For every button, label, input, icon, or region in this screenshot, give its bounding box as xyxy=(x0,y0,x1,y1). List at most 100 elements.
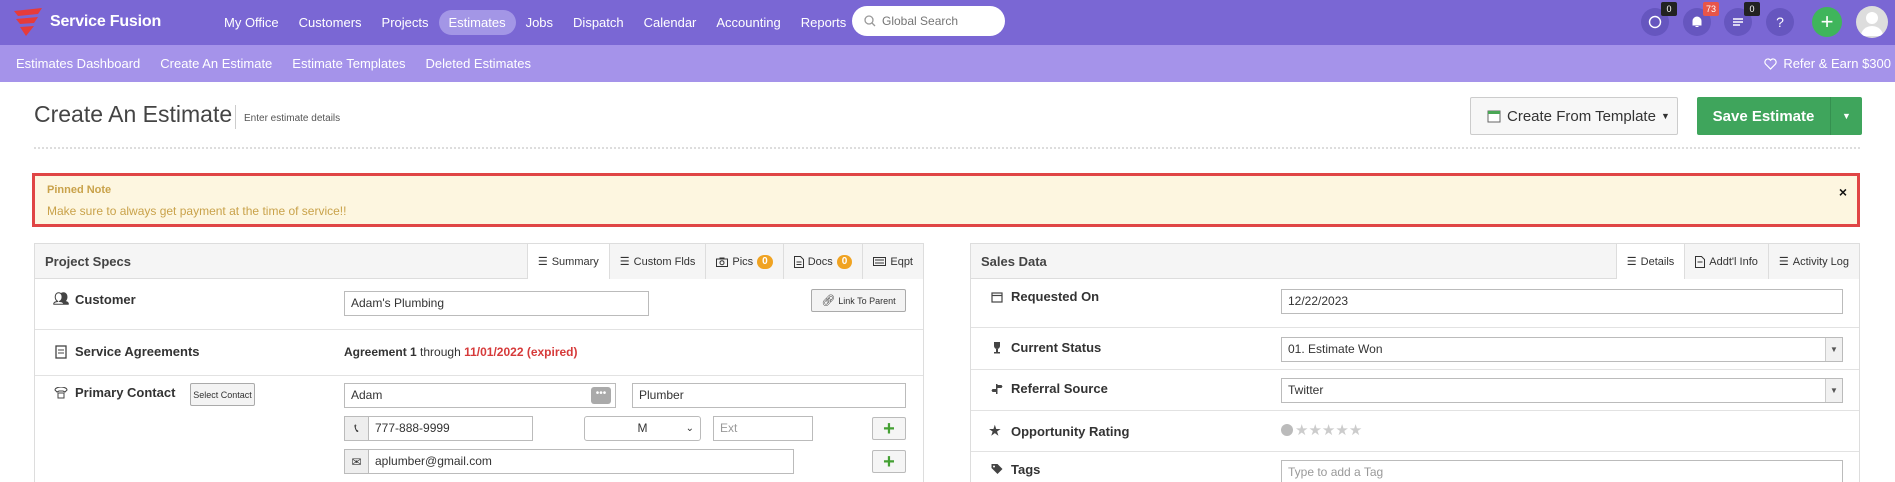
requested-on-row: Requested On 12/22/2023 xyxy=(971,279,1859,328)
current-status-label-text: Current Status xyxy=(1011,340,1102,355)
more-icon[interactable]: ••• xyxy=(591,387,611,404)
tab-activity-log[interactable]: ☰ Activity Log xyxy=(1767,244,1859,279)
tab-custom-fields[interactable]: ☰ Custom Flds xyxy=(608,244,706,279)
opportunity-rating-label: ★ Opportunity Rating xyxy=(989,423,1129,439)
tab-summary[interactable]: ☰ Summary xyxy=(526,244,609,279)
list-icon: ☰ xyxy=(537,256,548,268)
subnav-create-estimate[interactable]: Create An Estimate xyxy=(150,56,282,71)
add-phone-button[interactable]: + xyxy=(872,417,906,440)
create-from-template-button[interactable]: Create From Template ▼ xyxy=(1470,97,1678,135)
referral-source-select[interactable]: Twitter ▼ xyxy=(1281,378,1843,403)
list-icon xyxy=(1733,18,1743,26)
tags-row: Tags Type to add a Tag xyxy=(971,452,1859,482)
phone-type-select[interactable]: M ⌄ xyxy=(584,416,701,441)
service-agreements-label-text: Service Agreements xyxy=(75,344,200,359)
save-estimate-button[interactable]: Save Estimate ▼ xyxy=(1697,97,1862,135)
refer-earn-link[interactable]: Refer & Earn $300 xyxy=(1764,45,1891,82)
opportunity-rating-stars[interactable]: ★ ★ ★ ★ ★ xyxy=(1281,421,1362,439)
sales-data-title: Sales Data xyxy=(981,254,1047,269)
agreement-summary: Agreement 1 through 11/01/2022 (expired) xyxy=(344,345,578,359)
save-options-dropdown[interactable]: ▼ xyxy=(1830,97,1862,135)
tab-equipment-label: Eqpt xyxy=(890,255,913,268)
current-status-value: 01. Estimate Won xyxy=(1288,342,1383,356)
tab-additional-info[interactable]: Addt'l Info xyxy=(1684,244,1768,279)
document-icon xyxy=(55,344,67,359)
project-specs-tabs: ☰ Summary ☰ Custom Flds Pics 0 Docs 0 Eq… xyxy=(526,244,923,279)
nav-jobs[interactable]: Jobs xyxy=(516,10,563,35)
bell-icon xyxy=(1692,16,1702,27)
subnav-deleted-estimates[interactable]: Deleted Estimates xyxy=(415,56,541,71)
opportunity-rating-row: ★ Opportunity Rating ★ ★ ★ ★ ★ xyxy=(971,411,1859,452)
nav-calendar[interactable]: Calendar xyxy=(634,10,707,35)
add-new-button[interactable]: + xyxy=(1812,7,1842,37)
search-input[interactable] xyxy=(882,14,992,28)
first-name-input[interactable]: Adam ••• xyxy=(344,383,616,408)
agreement-name[interactable]: Agreement 1 xyxy=(344,345,417,359)
help-button[interactable]: ? xyxy=(1766,8,1794,36)
help-icon: ? xyxy=(1776,14,1784,30)
tab-activity-log-label: Activity Log xyxy=(1792,255,1849,268)
plus-icon: + xyxy=(1820,9,1834,34)
service-agreements-label: Service Agreements xyxy=(53,344,200,359)
tab-details[interactable]: ☰ Details xyxy=(1615,244,1685,279)
last-name-input[interactable]: Plumber xyxy=(632,383,906,408)
close-icon[interactable]: × xyxy=(1839,184,1847,200)
rating-star-4[interactable]: ★ xyxy=(1335,421,1348,439)
logo[interactable]: Service Fusion xyxy=(12,6,161,38)
chat-button[interactable]: 0 xyxy=(1641,2,1677,36)
document-icon xyxy=(1695,255,1706,268)
header-divider xyxy=(34,147,1860,149)
first-name-value: Adam xyxy=(351,388,383,402)
global-search[interactable] xyxy=(852,6,1005,36)
phone-type-value: M xyxy=(637,421,648,435)
phone-icon: 📞︎ xyxy=(344,416,369,441)
nav-customers[interactable]: Customers xyxy=(289,10,372,35)
user-avatar[interactable] xyxy=(1856,6,1888,38)
referral-source-label-text: Referral Source xyxy=(1011,381,1108,396)
add-email-button[interactable]: + xyxy=(872,450,906,473)
caret-down-icon: ▼ xyxy=(1660,111,1670,121)
rating-star-3[interactable]: ★ xyxy=(1322,421,1335,439)
service-fusion-logo-icon xyxy=(14,8,42,36)
chevron-down-icon: ⌄ xyxy=(685,423,694,434)
tab-docs[interactable]: Docs 0 xyxy=(782,244,863,279)
lines-icon: ☰ xyxy=(1778,256,1789,268)
rating-star-1[interactable]: ★ xyxy=(1295,421,1308,439)
project-specs-header: Project Specs ☰ Summary ☰ Custom Flds Pi… xyxy=(35,244,923,279)
nav-accounting[interactable]: Accounting xyxy=(706,10,790,35)
rating-star-5[interactable]: ★ xyxy=(1349,421,1362,439)
tab-pics[interactable]: Pics 0 xyxy=(705,244,783,279)
tab-custom-fields-label: Custom Flds xyxy=(633,255,696,268)
select-contact-button[interactable]: Select Contact xyxy=(190,383,255,406)
subnav-estimate-templates[interactable]: Estimate Templates xyxy=(282,56,415,71)
project-specs-title: Project Specs xyxy=(45,254,131,269)
phone-input[interactable]: 777-888-9999 xyxy=(368,416,533,441)
agreement-through: through xyxy=(420,345,461,359)
notifications-button[interactable]: 73 xyxy=(1683,2,1719,36)
link-to-parent-button[interactable]: 🔗︎ Link To Parent xyxy=(811,289,906,312)
chat-icon xyxy=(1648,15,1662,29)
tasks-button[interactable]: 0 xyxy=(1724,2,1760,36)
project-specs-panel: Project Specs ☰ Summary ☰ Custom Flds Pi… xyxy=(34,243,924,482)
nav-reports[interactable]: Reports xyxy=(791,10,857,35)
requested-on-input[interactable]: 12/22/2023 xyxy=(1281,289,1843,314)
rating-star-2[interactable]: ★ xyxy=(1308,421,1321,439)
refer-earn-label: Refer & Earn $300 xyxy=(1783,56,1891,71)
nav-projects[interactable]: Projects xyxy=(372,10,439,35)
customer-input[interactable]: Adam's Plumbing xyxy=(344,291,649,316)
list-icon: ☰ xyxy=(1626,256,1637,268)
current-status-select[interactable]: 01. Estimate Won ▼ xyxy=(1281,337,1843,362)
customer-label: 👥︎ Customer xyxy=(53,291,136,307)
nav-estimates[interactable]: Estimates xyxy=(438,9,516,35)
ext-input[interactable]: Ext xyxy=(713,416,813,441)
brand-name: Service Fusion xyxy=(50,13,162,30)
nav-my-office[interactable]: My Office xyxy=(214,10,289,35)
referral-source-value: Twitter xyxy=(1288,383,1324,397)
rating-cancel-icon[interactable] xyxy=(1281,424,1293,436)
tags-input[interactable]: Type to add a Tag xyxy=(1281,460,1843,482)
pinned-note-title: Pinned Note xyxy=(47,184,112,196)
tab-equipment[interactable]: Eqpt xyxy=(862,244,923,279)
nav-dispatch[interactable]: Dispatch xyxy=(563,10,634,35)
subnav-estimates-dashboard[interactable]: Estimates Dashboard xyxy=(6,56,150,71)
email-input[interactable]: aplumber@gmail.com xyxy=(368,449,794,474)
